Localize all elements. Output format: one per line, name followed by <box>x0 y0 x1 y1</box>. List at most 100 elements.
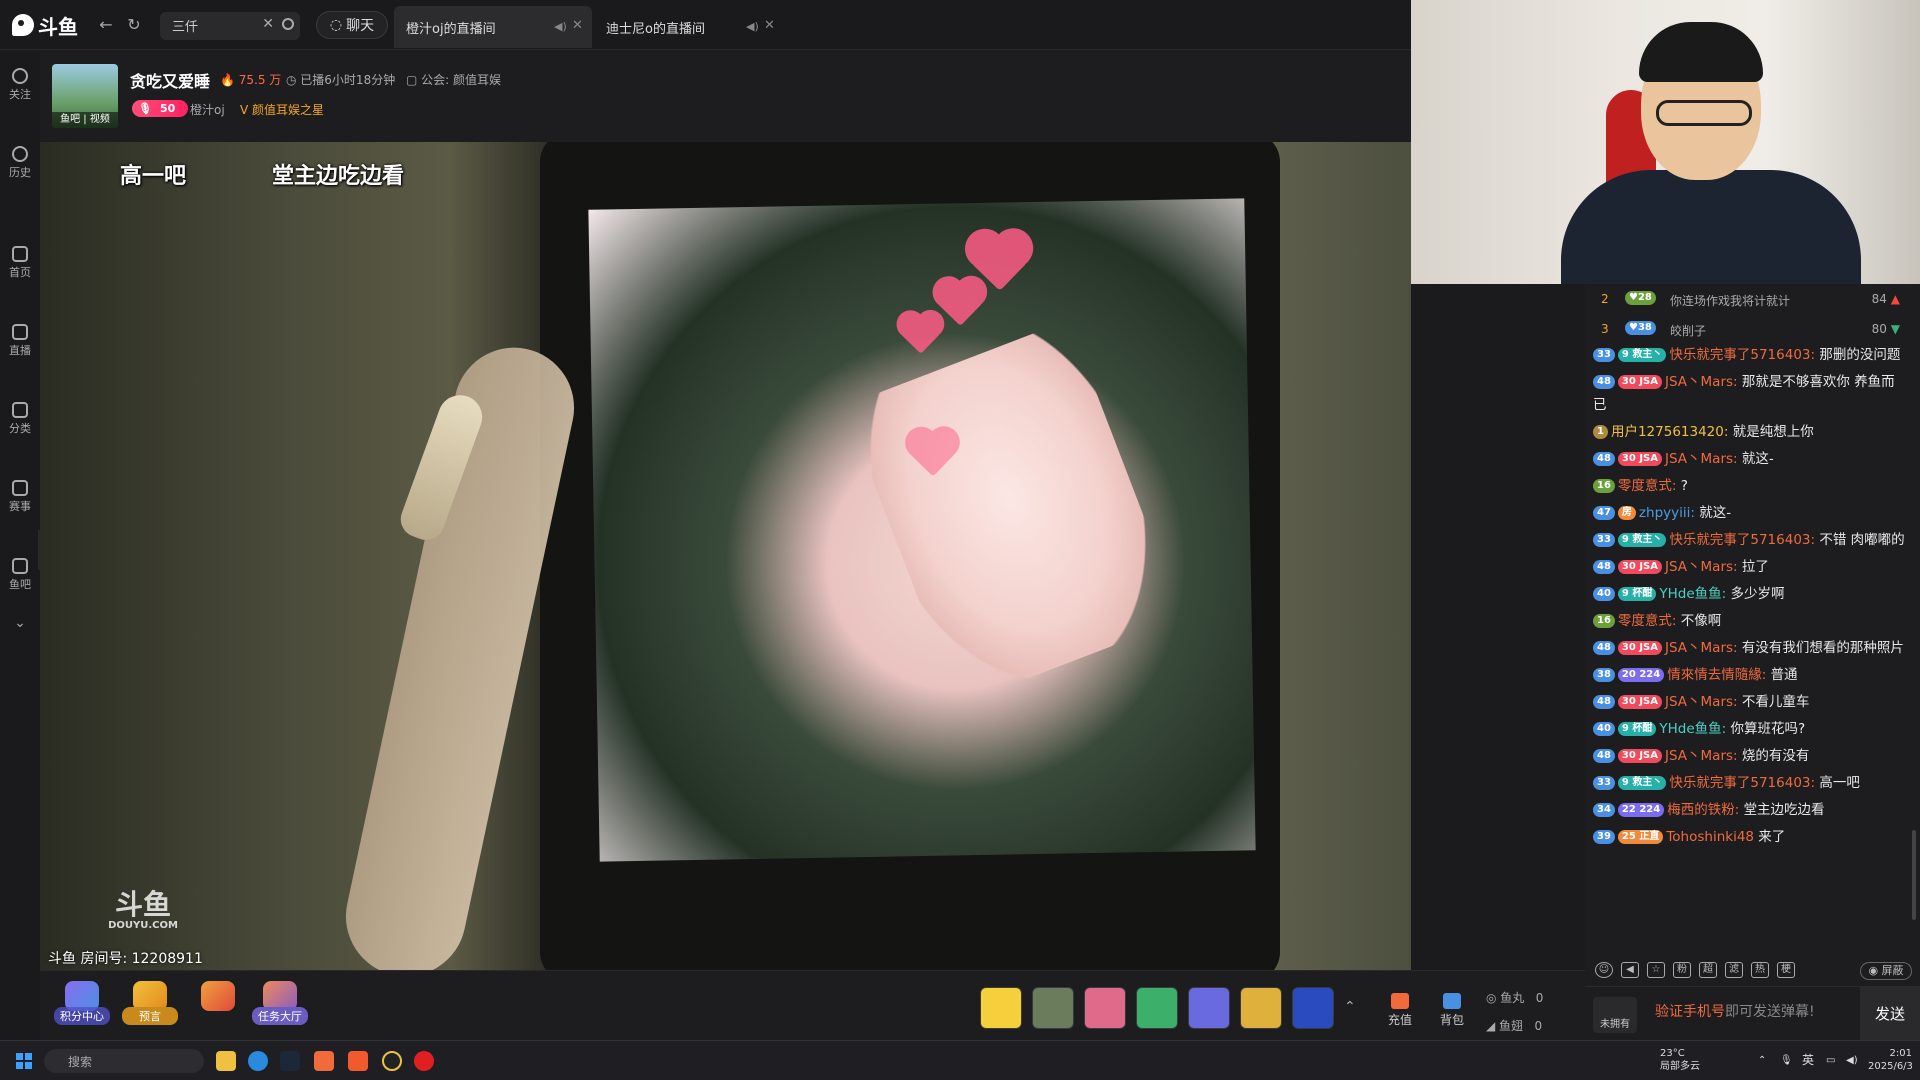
refresh-icon[interactable]: ↻ <box>124 15 144 35</box>
chat-message[interactable]: 40 9 杯酣 YHde鱼鱼: 你算班花吗? <box>1593 718 1905 741</box>
prediction-button[interactable]: 预言 <box>122 981 178 1029</box>
chat-username[interactable]: 快乐就完事了5716403: <box>1669 347 1815 363</box>
rank-row[interactable]: 3 ♥38 皎削子 80 ▼ <box>1585 314 1920 344</box>
sidebar-item-events[interactable]: 赛事 <box>0 480 40 514</box>
sidebar-expand-icon[interactable]: ⌄ <box>0 615 40 631</box>
sidebar-item-history[interactable]: 历史 <box>0 146 40 180</box>
chat-message[interactable]: 48 30 JSA JSA丶Mars: 那就是不够喜欢你 养鱼而已 <box>1593 371 1905 417</box>
chat-message[interactable]: 48 30 JSA JSA丶Mars: 拉了 <box>1593 556 1905 579</box>
windows-start-icon[interactable] <box>16 1053 32 1069</box>
emoji-icon[interactable]: ☺ <box>1595 962 1613 978</box>
chat-message[interactable]: 47 房 zhpyyiii: 就这- <box>1593 502 1905 525</box>
clock[interactable]: 2:01 2025/6/3 <box>1868 1047 1913 1073</box>
chat-username[interactable]: Tohoshinki48 <box>1666 829 1754 845</box>
sidebar-item-category[interactable]: 分类 <box>0 402 40 436</box>
rank-row[interactable]: 2 ♥28 你连场作戏我将计就计 84 ▲ <box>1585 284 1920 314</box>
star-icon[interactable]: ☆ <box>1647 962 1665 978</box>
clear-icon[interactable]: ✕ <box>262 16 274 32</box>
close-tab-icon[interactable]: ✕ <box>764 18 775 33</box>
reward-button[interactable] <box>190 981 246 1029</box>
fan-level-badge[interactable]: 50 <box>132 100 188 117</box>
tab-room-2[interactable]: 迪士尼o的直播间 ◀) ✕ <box>594 6 784 48</box>
gift-item[interactable] <box>1188 987 1230 1029</box>
not-owned-badge[interactable]: 未拥有 <box>1593 997 1637 1033</box>
super-icon[interactable]: 超 <box>1699 962 1717 978</box>
tab-room-1[interactable]: 橙汁oj的直播间 ◀) ✕ <box>394 6 592 48</box>
chat-username[interactable]: JSA丶Mars: <box>1665 451 1738 467</box>
meme-icon[interactable]: 梗 <box>1777 962 1795 978</box>
chat-message[interactable]: 1 用户1275613420: 就是纯想上你 <box>1593 421 1905 444</box>
send-button[interactable]: 发送 <box>1860 987 1920 1041</box>
streamer-avatar[interactable]: 鱼吧 | 视频 <box>52 64 118 128</box>
douyu-logo[interactable]: 斗鱼 <box>12 10 78 40</box>
filter-icon[interactable]: 滤 <box>1725 962 1743 978</box>
chat-message[interactable]: 38 20 224 情來情去情隨緣: 普通 <box>1593 664 1905 687</box>
chat-username[interactable]: 零度意式: <box>1618 613 1677 629</box>
star-badge[interactable]: V 颜值耳娱之星 <box>240 101 324 118</box>
chat-username[interactable]: JSA丶Mars: <box>1665 748 1738 764</box>
chat-message[interactable]: 40 9 杯酣 YHde鱼鱼: 多少岁啊 <box>1593 583 1905 606</box>
app-icon[interactable] <box>314 1051 334 1071</box>
chat-username[interactable]: JSA丶Mars: <box>1665 694 1738 710</box>
gift-item[interactable] <box>1084 987 1126 1029</box>
chat-message[interactable]: 33 9 救主丶 快乐就完事了5716403: 不错 肉嘟嘟的 <box>1593 529 1905 552</box>
sidebar-item-follow[interactable]: 关注 <box>0 68 40 102</box>
taskbar-search[interactable]: 搜索 <box>44 1049 204 1073</box>
volume-icon[interactable]: ◀) <box>1846 1054 1858 1067</box>
app-icon[interactable] <box>382 1051 402 1071</box>
task-hall-button[interactable]: 任务大厅 <box>252 981 308 1029</box>
chat-message[interactable]: 33 9 救主丶 快乐就完事了5716403: 那删的没问题 <box>1593 344 1905 367</box>
megaphone-icon[interactable]: ◀ <box>1621 962 1639 978</box>
back-arrow-icon[interactable]: ← <box>96 15 116 35</box>
chat-message[interactable]: 48 30 JSA JSA丶Mars: 烧的有没有 <box>1593 745 1905 768</box>
chat-message[interactable]: 48 30 JSA JSA丶Mars: 有没有我们想看的那种照片 <box>1593 637 1905 660</box>
chat-username[interactable]: YHde鱼鱼: <box>1659 586 1726 602</box>
backpack-button[interactable]: 背包 <box>1432 993 1472 1028</box>
chat-message[interactable]: 48 30 JSA JSA丶Mars: 就这- <box>1593 448 1905 471</box>
chat-message[interactable]: 16 零度意式: 不像啊 <box>1593 610 1905 633</box>
guild-info[interactable]: ▢ 公会: 颜值耳娱 <box>406 71 501 88</box>
chat-username[interactable]: YHde鱼鱼: <box>1659 721 1726 737</box>
edge-icon[interactable] <box>248 1051 268 1071</box>
gift-item[interactable] <box>1136 987 1178 1029</box>
input-language[interactable]: 英 <box>1802 1054 1814 1067</box>
streamer-name[interactable]: 贪吃又爱睡 <box>130 68 210 92</box>
video-player[interactable]: 高一吧 堂主边吃边看 斗鱼 DOUYU.COM 斗鱼 房间号: 12208911 <box>40 142 1411 970</box>
fan-badge-icon[interactable]: 粉 <box>1673 962 1691 978</box>
chat-message[interactable]: 34 22 224 梅西的铁粉: 堂主边吃边看 <box>1593 799 1905 822</box>
avatar-tag[interactable]: 鱼吧 | 视频 <box>52 112 118 128</box>
chevron-up-icon[interactable]: ⌃ <box>1758 1054 1766 1067</box>
close-tab-icon[interactable]: ✕ <box>572 18 583 33</box>
chevron-up-icon[interactable]: ⌃ <box>1344 999 1356 1015</box>
chat-scrollbar[interactable] <box>1912 830 1916 920</box>
sidebar-item-live[interactable]: 直播 <box>0 324 40 358</box>
gift-item[interactable] <box>1292 987 1334 1029</box>
chat-username[interactable]: 快乐就完事了5716403: <box>1669 532 1815 548</box>
gift-item[interactable] <box>980 987 1022 1029</box>
chat-message[interactable]: 33 9 救主丶 快乐就完事了5716403: 高一吧 <box>1593 772 1905 795</box>
chat-username[interactable]: 梅西的铁粉: <box>1667 802 1739 818</box>
gift-item[interactable] <box>1032 987 1074 1029</box>
chat-username[interactable]: JSA丶Mars: <box>1665 640 1738 656</box>
chat-messages[interactable]: 33 9 救主丶 快乐就完事了5716403: 那删的没问题 48 30 JSA JSA丶… <box>1585 344 1905 853</box>
network-icon[interactable]: ▭ <box>1826 1054 1835 1067</box>
chat-username[interactable]: JSA丶Mars: <box>1665 559 1738 575</box>
file-explorer-icon[interactable] <box>216 1051 236 1071</box>
chat-username[interactable]: 快乐就完事了5716403: <box>1669 775 1815 791</box>
points-center-button[interactable]: 积分中心 <box>54 981 110 1029</box>
chat-username[interactable]: JSA丶Mars: <box>1665 374 1738 390</box>
search-input[interactable] <box>172 18 262 33</box>
netease-music-icon[interactable] <box>414 1051 434 1071</box>
weather-widget[interactable]: 23°C 局部多云 <box>1660 1047 1700 1073</box>
chat-message[interactable]: 48 30 JSA JSA丶Mars: 不看儿童车 <box>1593 691 1905 714</box>
chat-username[interactable]: 零度意式: <box>1618 478 1677 494</box>
verify-link[interactable]: 验证手机号 <box>1655 1004 1725 1020</box>
douyu-taskbar-icon[interactable] <box>348 1051 368 1071</box>
search-icon[interactable] <box>282 18 294 30</box>
chat-username[interactable]: 情來情去情隨緣: <box>1667 667 1766 683</box>
chat-message[interactable]: 16 零度意式: ? <box>1593 475 1905 498</box>
chat-username[interactable]: zhpyyiii: <box>1639 505 1695 521</box>
sidebar-item-fishbar[interactable]: 鱼吧 <box>0 558 40 592</box>
gift-item[interactable] <box>1240 987 1282 1029</box>
speaker-icon[interactable]: ◀) <box>554 20 567 33</box>
